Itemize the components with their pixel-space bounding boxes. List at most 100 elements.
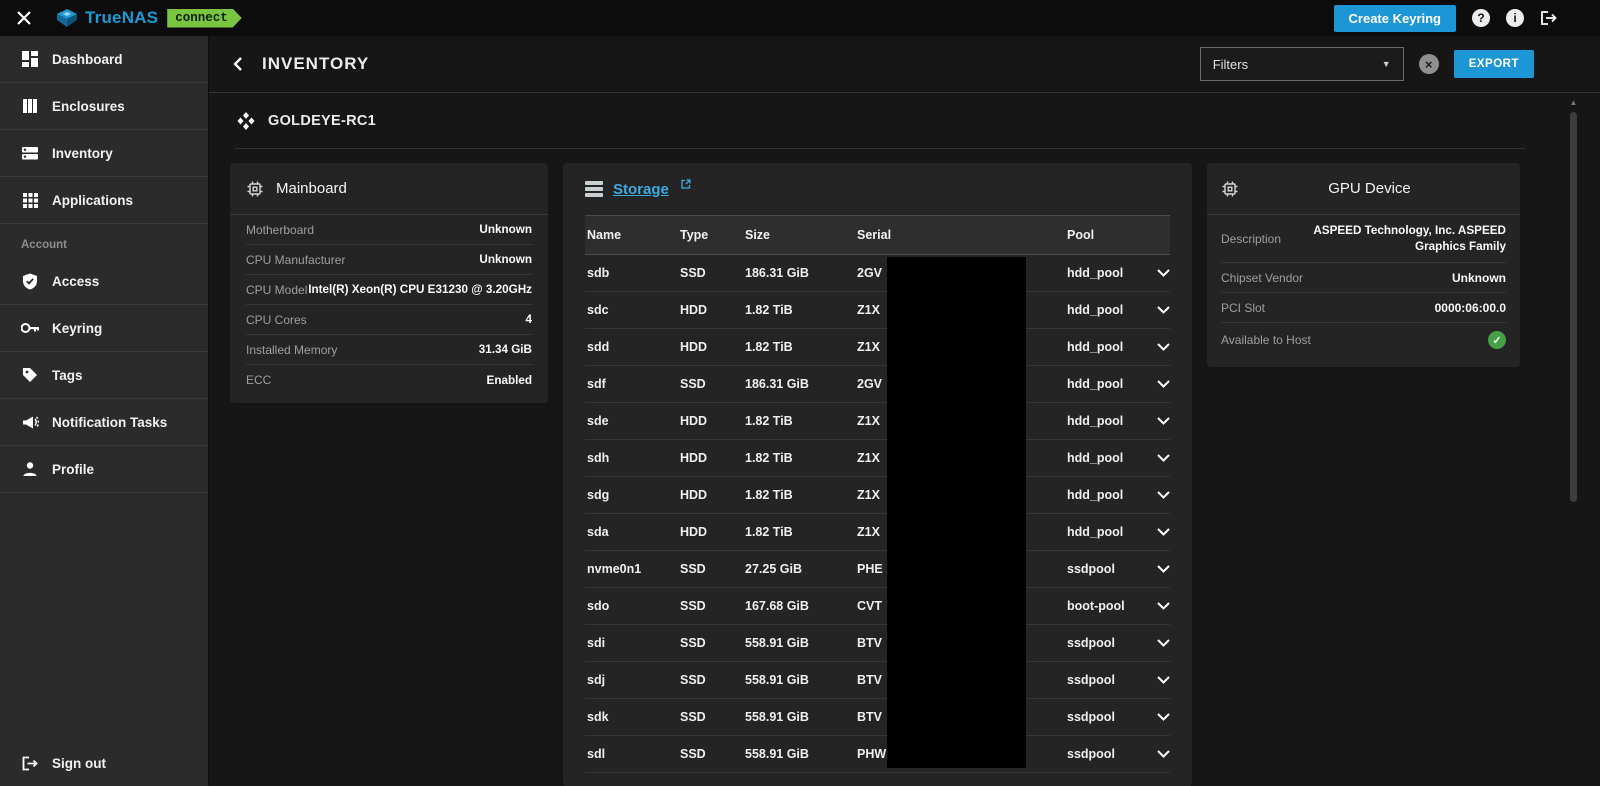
cell-name: sdi bbox=[585, 636, 678, 650]
info-icon[interactable]: i bbox=[1506, 9, 1524, 27]
applications-icon bbox=[21, 193, 39, 208]
main-area: INVENTORY Filters ▼ × EXPORT GOLDEYE-RC1 bbox=[209, 36, 1600, 786]
sidebar-item-dashboard[interactable]: Dashboard bbox=[0, 36, 208, 83]
cell-type: SSD bbox=[678, 673, 743, 687]
vertical-scrollbar[interactable]: ▲ bbox=[1569, 98, 1578, 782]
chevron-down-icon[interactable] bbox=[1145, 269, 1170, 277]
column-header-serial: Serial bbox=[855, 228, 1065, 242]
chevron-down-icon[interactable] bbox=[1145, 639, 1170, 647]
sidebar-item-notification-tasks[interactable]: Notification Tasks bbox=[0, 399, 208, 446]
cell-size: 186.31 GiB bbox=[743, 266, 855, 280]
column-header-pool: Pool bbox=[1065, 228, 1145, 242]
storage-table-header: Name Type Size Serial Pool bbox=[585, 215, 1170, 255]
connect-badge: connect bbox=[167, 9, 242, 28]
cell-size: 27.25 GiB bbox=[743, 562, 855, 576]
table-row: nvme0n1 SSD 27.25 GiB PHE ssdpool bbox=[585, 551, 1170, 588]
spec-label: Motherboard bbox=[246, 223, 314, 237]
chevron-down-icon[interactable] bbox=[1145, 454, 1170, 462]
spec-value: 0000:06:00.0 bbox=[1435, 301, 1506, 315]
sidebar-item-label: Tags bbox=[52, 368, 83, 383]
cell-pool[interactable]: hdd_pool bbox=[1065, 488, 1145, 502]
cell-pool[interactable]: ssdpool bbox=[1065, 562, 1145, 576]
cell-pool[interactable]: hdd_pool bbox=[1065, 414, 1145, 428]
chevron-down-icon[interactable] bbox=[1145, 380, 1170, 388]
chevron-down-icon[interactable] bbox=[1145, 713, 1170, 721]
chevron-down-icon[interactable] bbox=[1145, 602, 1170, 610]
filters-dropdown[interactable]: Filters ▼ bbox=[1200, 47, 1404, 81]
chevron-down-icon[interactable] bbox=[1145, 306, 1170, 314]
cell-pool[interactable]: ssdpool bbox=[1065, 636, 1145, 650]
chevron-down-icon[interactable] bbox=[1145, 343, 1170, 351]
sidebar-item-keyring[interactable]: Keyring bbox=[0, 305, 208, 352]
redacted-serial-overlay bbox=[887, 257, 1026, 768]
cell-pool[interactable]: hdd_pool bbox=[1065, 266, 1145, 280]
chevron-down-icon[interactable] bbox=[1145, 417, 1170, 425]
sidebar-item-access[interactable]: Access bbox=[0, 258, 208, 305]
spec-row: PCI Slot 0000:06:00.0 bbox=[1221, 293, 1506, 323]
cell-type: HDD bbox=[678, 414, 743, 428]
sidebar-item-enclosures[interactable]: Enclosures bbox=[0, 83, 208, 130]
cell-size: 1.82 TiB bbox=[743, 414, 855, 428]
spec-value: Unknown bbox=[479, 223, 532, 236]
spec-label: PCI Slot bbox=[1221, 301, 1265, 315]
clear-filters-icon[interactable]: × bbox=[1419, 54, 1439, 74]
table-row: sda HDD 1.82 TiB Z1X hdd_pool bbox=[585, 514, 1170, 551]
spec-row: ECC Enabled bbox=[246, 365, 532, 395]
sidebar-item-label: Access bbox=[52, 274, 99, 289]
help-icon[interactable]: ? bbox=[1472, 9, 1490, 27]
storage-link[interactable]: Storage bbox=[613, 181, 669, 198]
spec-value: Enabled bbox=[487, 374, 532, 387]
sign-out-button[interactable]: Sign out bbox=[0, 744, 208, 786]
storage-table-body: sdb SSD 186.31 GiB 2GV hdd_pool bbox=[585, 255, 1170, 773]
table-row: sdf SSD 186.31 GiB 2GV hdd_pool bbox=[585, 366, 1170, 403]
scrollbar-thumb[interactable] bbox=[1570, 112, 1577, 502]
chevron-down-icon[interactable] bbox=[1145, 565, 1170, 573]
sidebar-item-inventory[interactable]: Inventory bbox=[0, 130, 208, 177]
cell-pool[interactable]: boot-pool bbox=[1065, 599, 1145, 613]
sidebar-item-label: Dashboard bbox=[52, 52, 123, 67]
sidebar-item-applications[interactable]: Applications bbox=[0, 177, 208, 224]
cell-pool[interactable]: hdd_pool bbox=[1065, 525, 1145, 539]
cell-pool[interactable]: hdd_pool bbox=[1065, 451, 1145, 465]
divider bbox=[235, 148, 1525, 149]
cell-pool[interactable]: hdd_pool bbox=[1065, 303, 1145, 317]
cell-pool[interactable]: ssdpool bbox=[1065, 673, 1145, 687]
sidebar-item-label: Profile bbox=[52, 462, 94, 477]
sign-out-icon bbox=[21, 756, 39, 771]
tag-icon bbox=[21, 367, 39, 383]
table-row: sdh HDD 1.82 TiB Z1X hdd_pool bbox=[585, 440, 1170, 477]
cell-pool[interactable]: hdd_pool bbox=[1065, 377, 1145, 391]
cell-name: sdb bbox=[585, 266, 678, 280]
spec-value: 31.34 GiB bbox=[479, 343, 532, 356]
scroll-up-arrow-icon[interactable]: ▲ bbox=[1569, 98, 1578, 108]
system-row: GOLDEYE-RC1 bbox=[230, 93, 1600, 148]
cell-pool[interactable]: ssdpool bbox=[1065, 710, 1145, 724]
sign-out-label: Sign out bbox=[52, 756, 106, 771]
spec-row: CPU Manufacturer Unknown bbox=[246, 245, 532, 275]
cell-pool[interactable]: ssdpool bbox=[1065, 747, 1145, 761]
table-row: sdc HDD 1.82 TiB Z1X hdd_pool bbox=[585, 292, 1170, 329]
export-button[interactable]: EXPORT bbox=[1454, 50, 1534, 78]
table-row: sdj SSD 558.91 GiB BTV ssdpool bbox=[585, 662, 1170, 699]
logout-icon[interactable] bbox=[1540, 10, 1558, 26]
chevron-down-icon[interactable] bbox=[1145, 528, 1170, 536]
cell-size: 558.91 GiB bbox=[743, 673, 855, 687]
cell-pool[interactable]: hdd_pool bbox=[1065, 340, 1145, 354]
create-keyring-button[interactable]: Create Keyring bbox=[1334, 5, 1456, 32]
sidebar-item-tags[interactable]: Tags bbox=[0, 352, 208, 399]
sidebar-item-profile[interactable]: Profile bbox=[0, 446, 208, 493]
cell-size: 1.82 TiB bbox=[743, 340, 855, 354]
close-icon[interactable] bbox=[14, 8, 34, 28]
spec-value: Unknown bbox=[479, 253, 532, 266]
chevron-down-icon[interactable] bbox=[1145, 491, 1170, 499]
spec-row: Description ASPEED Technology, Inc. ASPE… bbox=[1221, 215, 1506, 263]
sidebar-item-label: Keyring bbox=[52, 321, 102, 336]
spec-row: Installed Memory 31.34 GiB bbox=[246, 335, 532, 365]
cell-type: HDD bbox=[678, 451, 743, 465]
cell-name: sdc bbox=[585, 303, 678, 317]
chevron-down-icon[interactable] bbox=[1145, 750, 1170, 758]
back-chevron-icon[interactable] bbox=[231, 54, 251, 74]
chevron-down-icon[interactable] bbox=[1145, 676, 1170, 684]
spec-row: Motherboard Unknown bbox=[246, 215, 532, 245]
gpu-chip-icon bbox=[1221, 180, 1239, 198]
